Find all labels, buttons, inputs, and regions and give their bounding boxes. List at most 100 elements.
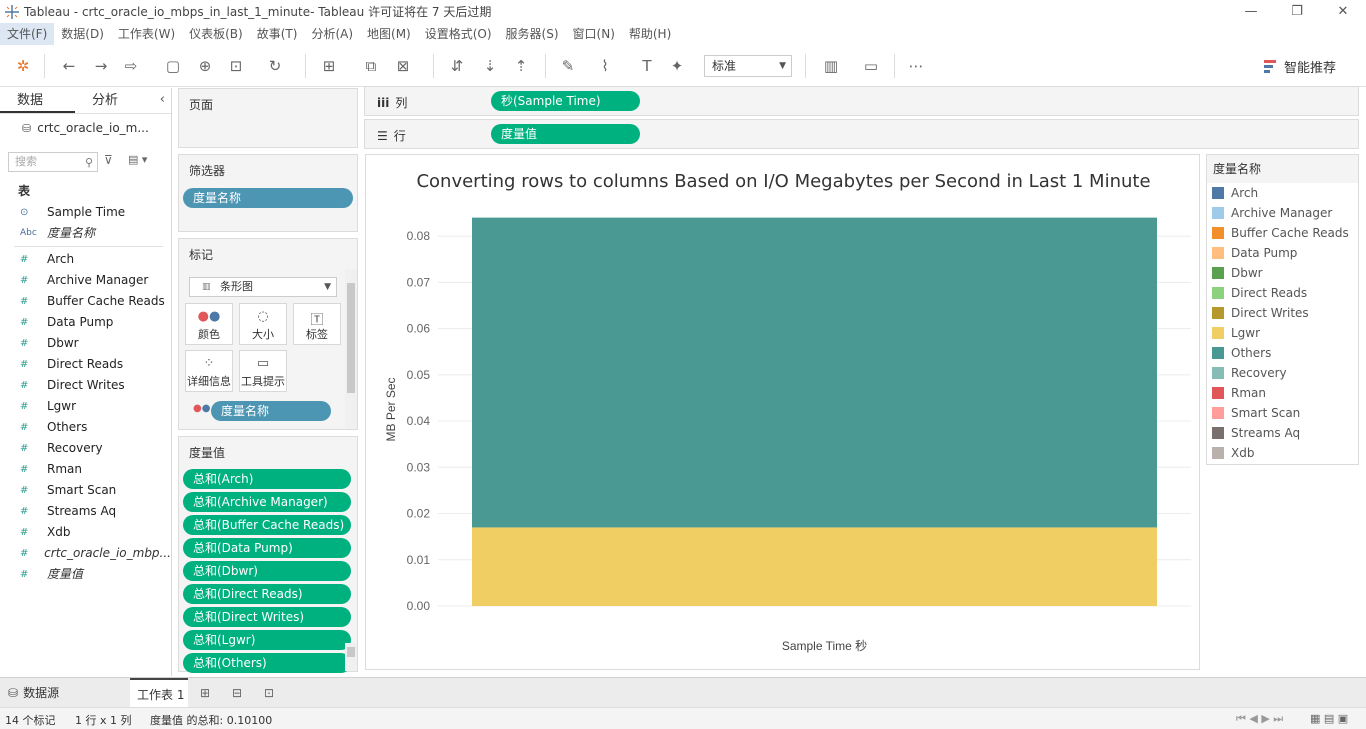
- save-icon[interactable]: ▢: [162, 55, 184, 77]
- measure-value-pill[interactable]: 总和(Dbwr): [183, 561, 351, 581]
- filter-icon[interactable]: ⊽: [104, 153, 113, 167]
- measure-value-pill[interactable]: 总和(Others): [183, 653, 351, 673]
- marks-color-pill[interactable]: 度量名称: [211, 401, 331, 421]
- detail-button[interactable]: ⁘ 详细信息: [185, 350, 233, 392]
- menu-data[interactable]: 数据(D): [54, 23, 111, 45]
- field-item[interactable]: # Recovery: [0, 438, 171, 459]
- datasource-item[interactable]: ⛁ crtc_oracle_io_m...: [0, 114, 171, 142]
- menu-worksheet[interactable]: 工作表(W): [111, 23, 182, 45]
- menu-dashboard[interactable]: 仪表板(B): [182, 23, 250, 45]
- legend-item[interactable]: Smart Scan: [1207, 403, 1358, 423]
- restore-button[interactable]: ❐: [1274, 0, 1320, 23]
- field-item[interactable]: Abc 度量名称: [0, 223, 171, 244]
- measure-value-pill[interactable]: 总和(Lgwr): [183, 630, 351, 650]
- measure-value-pill[interactable]: 总和(Buffer Cache Reads): [183, 515, 351, 535]
- field-item[interactable]: # Data Pump: [0, 312, 171, 333]
- columns-shelf[interactable]: iii 列 秒(Sample Time): [364, 86, 1359, 116]
- field-item[interactable]: # Others: [0, 417, 171, 438]
- legend-item[interactable]: Rman: [1207, 383, 1358, 403]
- legend-item[interactable]: Xdb: [1207, 443, 1358, 463]
- search-input[interactable]: 搜索 ⚲: [8, 152, 98, 172]
- new-story-icon[interactable]: ⊡: [264, 678, 274, 708]
- filter-pill[interactable]: 度量名称: [183, 188, 353, 208]
- sort-desc-icon[interactable]: ⇡: [510, 55, 532, 77]
- field-item[interactable]: # Xdb: [0, 522, 171, 543]
- menu-map[interactable]: 地图(M): [360, 23, 418, 45]
- measure-value-pill[interactable]: 总和(Direct Reads): [183, 584, 351, 604]
- measure-value-pill[interactable]: 总和(Data Pump): [183, 538, 351, 558]
- tab-analysis[interactable]: 分析: [75, 88, 150, 113]
- menu-format[interactable]: 设置格式(O): [418, 23, 499, 45]
- collapse-icon[interactable]: ‹: [160, 92, 165, 107]
- presentation-icon[interactable]: ▭: [860, 55, 882, 77]
- legend-item[interactable]: Direct Reads: [1207, 283, 1358, 303]
- filters-card[interactable]: 筛选器 度量名称: [178, 154, 358, 232]
- field-item[interactable]: # Dbwr: [0, 333, 171, 354]
- sheet-nav-icon[interactable]: ⏮ ◀ ▶ ⏭: [1236, 712, 1283, 726]
- duplicate-sheet-icon[interactable]: ⧉: [360, 55, 382, 77]
- legend-item[interactable]: Buffer Cache Reads: [1207, 223, 1358, 243]
- legend-item[interactable]: Dbwr: [1207, 263, 1358, 283]
- field-item[interactable]: # Arch: [0, 249, 171, 270]
- measure-values-scrollbar[interactable]: [345, 643, 357, 671]
- field-item[interactable]: # Buffer Cache Reads: [0, 291, 171, 312]
- field-item[interactable]: # Direct Reads: [0, 354, 171, 375]
- datasource-tab[interactable]: ⛁ 数据源: [8, 678, 59, 708]
- field-item[interactable]: # Streams Aq: [0, 501, 171, 522]
- legend-item[interactable]: Arch: [1207, 183, 1358, 203]
- marks-scrollbar[interactable]: [345, 269, 357, 429]
- tab-data[interactable]: 数据: [0, 88, 75, 113]
- rows-shelf[interactable]: ☰ 行 度量值: [364, 119, 1359, 149]
- legend-item[interactable]: Direct Writes: [1207, 303, 1358, 323]
- visualization[interactable]: Converting rows to columns Based on I/O …: [365, 154, 1200, 670]
- menu-window[interactable]: 窗口(N): [566, 23, 622, 45]
- smart-recommend-button[interactable]: 智能推荐: [1263, 57, 1336, 76]
- legend-item[interactable]: Data Pump: [1207, 243, 1358, 263]
- fit-select[interactable]: 标准 ▼: [704, 55, 792, 77]
- highlight-icon[interactable]: ✎: [557, 55, 579, 77]
- measure-value-pill[interactable]: 总和(Archive Manager): [183, 492, 351, 512]
- label-button[interactable]: 🅃 标签: [293, 303, 341, 345]
- view-options-icon[interactable]: ▤ ▾: [128, 153, 147, 166]
- swap-icon[interactable]: ⇵: [446, 55, 468, 77]
- field-item[interactable]: # Direct Writes: [0, 375, 171, 396]
- sort-asc-icon[interactable]: ⇣: [479, 55, 501, 77]
- menu-help[interactable]: 帮助(H): [622, 23, 678, 45]
- show-me-icon[interactable]: ▥: [820, 55, 842, 77]
- pin-icon[interactable]: ✦: [666, 55, 688, 77]
- field-item[interactable]: ⊙ Sample Time: [0, 202, 171, 223]
- columns-pill[interactable]: 秒(Sample Time): [491, 91, 640, 111]
- menu-story[interactable]: 故事(T): [250, 23, 305, 45]
- rows-pill[interactable]: 度量值: [491, 124, 640, 144]
- clear-sheet-icon[interactable]: ⊠: [392, 55, 414, 77]
- size-button[interactable]: ◌ 大小: [239, 303, 287, 345]
- field-item[interactable]: # Lgwr: [0, 396, 171, 417]
- tableau-home-icon[interactable]: ✲: [12, 55, 34, 77]
- tab-sheet1[interactable]: 工作表 1: [130, 678, 188, 708]
- pause-updates-icon[interactable]: ⊡: [225, 55, 247, 77]
- labels-icon[interactable]: T: [636, 55, 658, 77]
- legend-item[interactable]: Others: [1207, 343, 1358, 363]
- field-item[interactable]: # Rman: [0, 459, 171, 480]
- legend-item[interactable]: Lgwr: [1207, 323, 1358, 343]
- measure-value-pill[interactable]: 总和(Arch): [183, 469, 351, 489]
- field-item[interactable]: # 度量值: [0, 564, 171, 585]
- menu-file[interactable]: 文件(F): [0, 23, 55, 45]
- field-item[interactable]: # crtc_oracle_io_mbp...: [0, 543, 171, 564]
- color-button[interactable]: ●● 颜色: [185, 303, 233, 345]
- pages-card[interactable]: 页面: [178, 88, 358, 148]
- tooltip-button[interactable]: ▭ 工具提示: [239, 350, 287, 392]
- new-sheet-icon[interactable]: ⊞: [318, 55, 340, 77]
- legend-item[interactable]: Recovery: [1207, 363, 1358, 383]
- legend-item[interactable]: Streams Aq: [1207, 423, 1358, 443]
- new-worksheet-icon[interactable]: ⊞: [200, 678, 210, 708]
- share-icon[interactable]: ⋯: [905, 55, 927, 77]
- view-mode-icon[interactable]: ▦ ▤ ▣: [1310, 712, 1348, 725]
- refresh-icon[interactable]: ↻: [264, 55, 286, 77]
- minimize-button[interactable]: —: [1228, 0, 1274, 23]
- replay-icon[interactable]: ⇨: [120, 55, 142, 77]
- mark-type-select[interactable]: ▥ 条形图 ▼: [189, 277, 337, 297]
- field-item[interactable]: # Archive Manager: [0, 270, 171, 291]
- menu-server[interactable]: 服务器(S): [499, 23, 566, 45]
- menu-analysis[interactable]: 分析(A): [304, 23, 360, 45]
